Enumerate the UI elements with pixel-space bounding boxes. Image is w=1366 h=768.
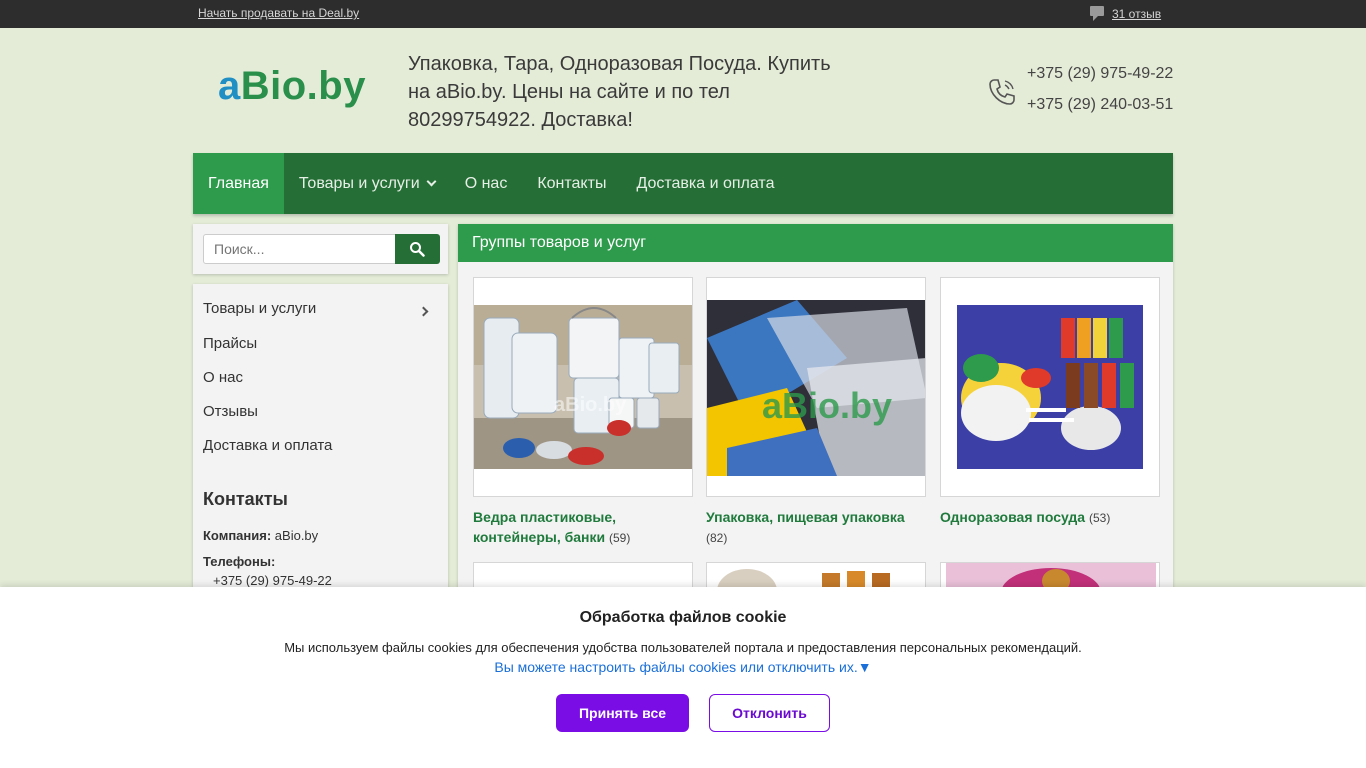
product-group-image-buckets[interactable]: aBio.by [473,277,693,497]
search-box [193,224,448,274]
phone-number-2[interactable]: +375 (29) 240-03-51 [1027,96,1173,114]
site-logo[interactable]: aBio.by [218,64,366,109]
buckets-image: aBio.by [474,305,692,469]
logo-text-bio: Bio.by [240,64,366,108]
company-label: Компания: [203,528,272,543]
product-group-link[interactable]: Одноразовая посуда [940,509,1085,525]
sidebar-item-prices[interactable]: Прайсы [203,335,257,352]
search-button[interactable] [395,234,440,264]
cookie-title: Обработка файлов cookie [579,609,787,626]
product-group-caption: Упаковка, пищевая упаковка (82) [706,507,926,548]
accept-all-button[interactable]: Принять все [556,694,689,732]
company-value: aBio.by [274,528,319,543]
search-input[interactable] [203,234,396,264]
product-group-count: (53) [1088,511,1111,525]
sidebar: Товары и услуги Прайсы О нас Отзывы Дост… [193,284,448,604]
product-group-image-packaging[interactable]: aBio.by [706,277,926,497]
nav-item-delivery[interactable]: Доставка и оплата [621,153,789,214]
product-group-link[interactable]: Упаковка, пищевая упаковка [706,509,905,525]
chevron-down-icon [426,176,437,187]
disposable-dishes-image [957,305,1143,469]
nav-item-contacts[interactable]: Контакты [522,153,621,214]
panel-title: Группы товаров и услуг [458,224,1173,262]
chevron-right-icon [418,306,429,317]
phones-label: Телефоны: [203,554,275,569]
nav-item-home[interactable]: Главная [193,153,284,214]
site-tagline: Упаковка, Тара, Одноразовая Посуда. Купи… [408,53,831,131]
product-group-image-dishes[interactable] [940,277,1160,497]
phones-label-text: Телефоны: [203,554,276,569]
start-selling-link[interactable]: Начать продавать на Deal.by [198,6,359,20]
sidebar-item-about[interactable]: О нас [203,369,243,386]
sidebar-item-products[interactable]: Товары и услуги [203,300,316,317]
nav-item-products[interactable]: Товары и услуги [284,153,450,214]
sidebar-phone[interactable]: +375 (29) 975-49-22 [213,573,332,588]
image-watermark: aBio.by [554,394,627,416]
nav-item-products-label: Товары и услуги [298,175,420,192]
nav-item-about[interactable]: О нас [450,153,523,214]
sidebar-item-delivery[interactable]: Доставка и оплата [203,437,332,454]
product-group-count: (82) [706,531,728,545]
company-info: Компания: aBio.by [203,528,318,543]
product-group-caption: Одноразовая посуда (53) [940,507,1160,528]
product-group-caption: Ведра пластиковые, контейнеры, банки (59… [473,507,693,548]
reviews-link[interactable]: 31 отзыв [1090,6,1161,22]
phone-icon [989,79,1015,105]
decline-button[interactable]: Отклонить [709,694,830,732]
contacts-heading: Контакты [203,489,288,509]
product-group-link[interactable]: Ведра пластиковые, контейнеры, банки [473,509,616,545]
packaging-image: aBio.by [707,300,925,476]
cookie-settings-link[interactable]: Вы можете настроить файлы cookies или от… [0,659,1366,675]
logo-text-a: a [218,64,241,108]
search-icon [410,242,425,257]
cookie-banner: Обработка файлов cookie Мы используем фа… [0,587,1366,768]
image-watermark: aBio.by [762,385,892,426]
top-bar: Начать продавать на Deal.by 31 отзыв [0,0,1366,28]
phone-number-1[interactable]: +375 (29) 975-49-22 [1027,65,1173,83]
product-groups-panel: Группы товаров и услуг aBio.by Ведра пла… [458,224,1173,768]
speech-bubble-icon [1090,6,1104,21]
cookie-text: Мы используем файлы cookies для обеспече… [284,640,1082,655]
reviews-count: 31 отзыв [1112,7,1162,21]
sidebar-item-reviews[interactable]: Отзывы [203,403,258,420]
product-group-count: (59) [609,531,631,545]
main-nav: Главная Товары и услуги О нас Контакты Д… [193,153,1173,214]
